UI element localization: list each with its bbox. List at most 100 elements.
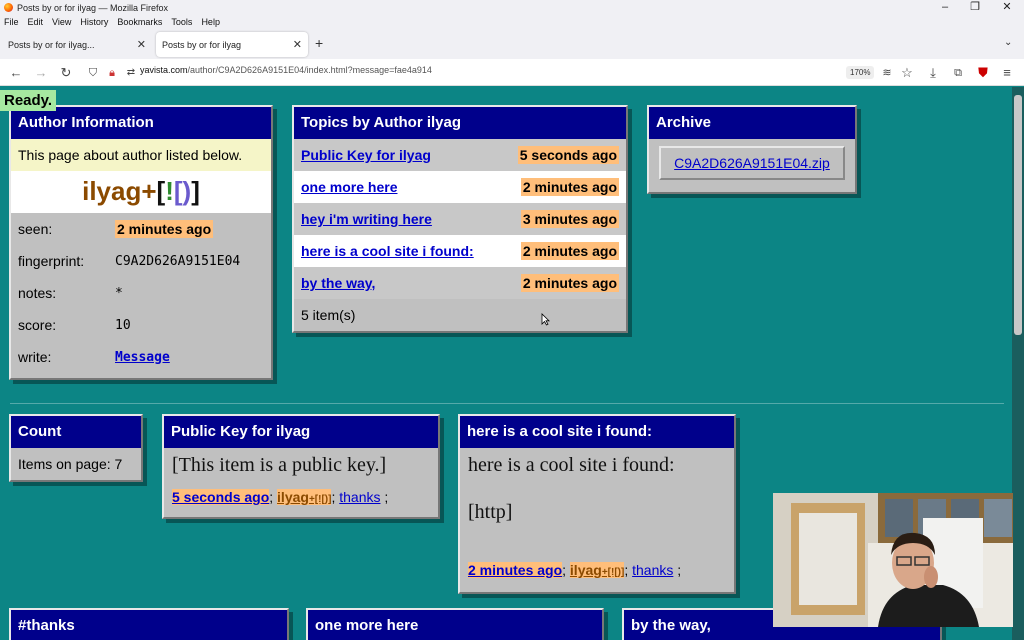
topic-link-hey-writing[interactable]: hey i'm writing here bbox=[301, 211, 432, 227]
window-titlebar: Posts by or for ilyag — Mozilla Firefox … bbox=[0, 0, 1024, 15]
menu-file[interactable]: File bbox=[4, 17, 19, 27]
thanks-link[interactable]: thanks bbox=[339, 489, 380, 505]
tab-2[interactable]: Posts by or for ilyag ✕ bbox=[156, 32, 308, 57]
scrollbar-thumb[interactable] bbox=[1014, 95, 1022, 335]
author-tag-paren: [) bbox=[173, 176, 192, 206]
maximize-icon[interactable]: ❐ bbox=[960, 0, 990, 15]
author-name: ilyag bbox=[82, 176, 142, 206]
topic-link-cool-site[interactable]: here is a cool site i found: bbox=[301, 243, 474, 259]
author-tag-bang: ! bbox=[165, 176, 174, 206]
score-value: 10 bbox=[115, 317, 131, 333]
topic-time: 2 minutes ago bbox=[520, 178, 619, 196]
author-tag-plus: + bbox=[141, 176, 157, 206]
meta-separator: ; bbox=[331, 489, 336, 505]
topic-row: one more here 2 minutes ago bbox=[294, 171, 626, 203]
author-info-panel: Author Information This page about autho… bbox=[9, 105, 273, 380]
meta-separator: ; bbox=[269, 489, 274, 505]
url-path: /author/C9A2D626A9151E04/index.html?mess… bbox=[187, 65, 432, 75]
menu-tools[interactable]: Tools bbox=[171, 17, 192, 27]
menu-bookmarks[interactable]: Bookmarks bbox=[117, 17, 162, 27]
public-key-panel: Public Key for ilyag [This item is a pub… bbox=[162, 414, 440, 519]
count-text: Items on page: 7 bbox=[18, 456, 123, 472]
author-link[interactable]: ilyag+[![)] bbox=[277, 489, 332, 505]
author-link-name: ilyag bbox=[277, 489, 309, 505]
chevron-down-icon[interactable]: ⌄ bbox=[1004, 37, 1012, 48]
topics-header: Topics by Author ilyag bbox=[294, 107, 626, 139]
one-more-here-header: one more here bbox=[308, 610, 602, 640]
tab-1-label: Posts by or for ilyag... bbox=[8, 40, 95, 50]
menu-help[interactable]: Help bbox=[201, 17, 220, 27]
mouse-cursor-icon bbox=[541, 313, 550, 326]
navigation-bar: ← → ↻ ⛉ 🔒︎ ⇄ yavista.com/author/C9A2D626… bbox=[0, 59, 1024, 86]
count-row: Items on page: 7 bbox=[11, 448, 141, 480]
window-title: Posts by or for ilyag — Mozilla Firefox bbox=[17, 2, 169, 13]
author-seen-row: seen: 2 minutes ago bbox=[11, 213, 271, 245]
score-label: score: bbox=[18, 317, 57, 333]
post-time-link[interactable]: 5 seconds ago bbox=[172, 489, 270, 505]
menu-view[interactable]: View bbox=[52, 17, 71, 27]
bookmark-star-icon[interactable]: ☆ bbox=[898, 64, 916, 82]
url-domain: yavista.com bbox=[140, 65, 188, 75]
author-tag-open: [ bbox=[156, 176, 166, 206]
author-info-header: Author Information bbox=[11, 107, 271, 139]
author-link-tag: +[![)] bbox=[308, 494, 332, 505]
author-score-row: score: 10 bbox=[11, 309, 271, 341]
minimize-icon[interactable]: – bbox=[930, 0, 960, 15]
url-bar[interactable]: yavista.com/author/C9A2D626A9151E04/inde… bbox=[140, 65, 432, 75]
author-notes-row: notes: * bbox=[11, 277, 271, 309]
topic-link-one-more-here[interactable]: one more here bbox=[301, 179, 397, 195]
topic-time: 2 minutes ago bbox=[520, 242, 619, 260]
seen-label: seen: bbox=[18, 221, 53, 237]
notes-value: * bbox=[115, 285, 123, 301]
author-link[interactable]: ilyag+[![)] bbox=[569, 562, 625, 578]
reload-icon[interactable]: ↻ bbox=[57, 64, 75, 82]
thanks-link[interactable]: thanks bbox=[632, 562, 673, 578]
public-key-header: Public Key for ilyag bbox=[164, 416, 438, 448]
archive-file-link[interactable]: C9A2D626A9151E04.zip bbox=[674, 155, 830, 171]
forward-icon[interactable]: → bbox=[32, 64, 50, 82]
close-window-icon[interactable]: ✕ bbox=[992, 0, 1022, 15]
close-tab-icon[interactable]: ✕ bbox=[293, 38, 302, 51]
back-icon[interactable]: ← bbox=[7, 64, 25, 82]
write-label: write: bbox=[18, 349, 52, 365]
notes-label: notes: bbox=[18, 285, 57, 301]
author-write-row: write: Message bbox=[11, 341, 271, 373]
menu-history[interactable]: History bbox=[80, 17, 108, 27]
zoom-level[interactable]: 170% bbox=[846, 66, 875, 79]
topic-row: Public Key for ilyag 5 seconds ago bbox=[294, 139, 626, 171]
menu-edit[interactable]: Edit bbox=[28, 17, 44, 27]
topic-link-public-key[interactable]: Public Key for ilyag bbox=[301, 147, 431, 163]
menu-hamburger-icon[interactable]: ≡ bbox=[998, 64, 1016, 82]
ublock-icon[interactable]: ⛊ bbox=[974, 64, 992, 82]
public-key-meta: 5 seconds ago; ilyag+[![)]; thanks ; bbox=[164, 477, 438, 505]
topic-row: here is a cool site i found: 2 minutes a… bbox=[294, 235, 626, 267]
post-time-link[interactable]: 2 minutes ago bbox=[468, 562, 563, 578]
status-ready: Ready. bbox=[0, 90, 57, 111]
menu-bar: File Edit View History Bookmarks Tools H… bbox=[0, 15, 1024, 29]
topic-time: 3 minutes ago bbox=[520, 210, 619, 228]
cool-site-header: here is a cool site i found: bbox=[460, 416, 734, 448]
topics-panel: Topics by Author ilyag Public Key for il… bbox=[292, 105, 628, 333]
download-icon[interactable]: ⤓ bbox=[924, 64, 942, 82]
author-fingerprint-row: fingerprint: C9A2D626A9151E04 bbox=[11, 245, 271, 277]
tab-1[interactable]: Posts by or for ilyag... ✕ bbox=[2, 32, 152, 57]
new-tab-icon[interactable]: + bbox=[315, 35, 323, 51]
archive-download-button[interactable]: C9A2D626A9151E04.zip bbox=[659, 146, 845, 180]
author-tag-close: ] bbox=[191, 176, 200, 206]
topic-link-by-the-way[interactable]: by the way, bbox=[301, 275, 375, 291]
cool-site-meta: 2 minutes ago; ilyag+[![)]; thanks ; bbox=[460, 524, 734, 578]
lock-icon[interactable]: 🔒︎ bbox=[103, 64, 121, 82]
meta-separator: ; bbox=[677, 562, 682, 578]
topic-time: 2 minutes ago bbox=[520, 274, 619, 292]
topic-time: 5 seconds ago bbox=[517, 146, 619, 164]
firefox-icon bbox=[4, 3, 13, 12]
message-link[interactable]: Message bbox=[115, 350, 170, 365]
rss-icon[interactable]: ≋ bbox=[878, 64, 896, 82]
shield-icon[interactable]: ⛉ bbox=[84, 64, 102, 82]
extensions-icon[interactable]: ⧉ bbox=[949, 64, 967, 82]
public-key-body: [This item is a public key.] bbox=[172, 454, 387, 476]
tab-bar: Posts by or for ilyag... ✕ Posts by or f… bbox=[0, 29, 1024, 59]
permissions-icon[interactable]: ⇄ bbox=[122, 64, 140, 82]
topic-row: hey i'm writing here 3 minutes ago bbox=[294, 203, 626, 235]
close-tab-icon[interactable]: ✕ bbox=[137, 38, 146, 51]
